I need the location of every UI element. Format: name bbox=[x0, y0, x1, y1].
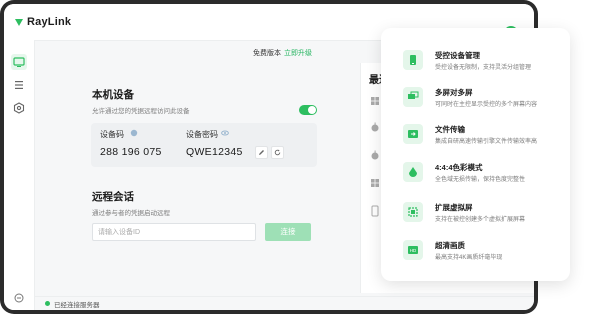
feature-desc: 受控设备无限制，支持灵活分组管理 bbox=[435, 65, 532, 71]
local-device-subtitle: 允许通过您的凭据远程访问此设备 bbox=[92, 108, 190, 115]
status-bar: 已经连接服务器 bbox=[35, 296, 534, 310]
virtual-screen-icon bbox=[403, 202, 423, 222]
status-indicator bbox=[45, 301, 50, 306]
raylink-logo-icon bbox=[15, 19, 23, 26]
sidebar-item-settings[interactable] bbox=[11, 100, 27, 116]
remote-access-toggle[interactable] bbox=[299, 105, 317, 115]
color-drop-icon bbox=[403, 162, 423, 182]
copy-icon[interactable] bbox=[130, 129, 138, 137]
status-text: 已经连接服务器 bbox=[54, 302, 100, 309]
tablet-icon[interactable] bbox=[369, 205, 381, 217]
feature-item: 受控设备管理 受控设备无限制，支持灵活分组管理 bbox=[403, 50, 563, 78]
apple-icon[interactable] bbox=[369, 121, 381, 133]
hd-icon: HD bbox=[403, 240, 423, 260]
apple-icon[interactable] bbox=[369, 149, 381, 161]
app-logo: RayLink bbox=[14, 15, 71, 29]
tablet-icon bbox=[403, 50, 423, 70]
local-device-title: 本机设备 bbox=[92, 89, 134, 101]
feature-desc: 支持在被控创建多个虚拟扩展屏幕 bbox=[435, 217, 526, 223]
feature-desc: 可同时在主控显示受控的多个屏幕内容 bbox=[435, 102, 538, 108]
sidebar-item-devices[interactable] bbox=[11, 54, 27, 70]
multi-screen-icon bbox=[403, 87, 423, 107]
feature-desc: 全色域无损传输，保持色度完整性 bbox=[435, 177, 526, 183]
remote-session-subtitle: 通过参与者的凭据启动远程 bbox=[92, 210, 170, 217]
device-code-value: 288 196 075 bbox=[100, 146, 162, 158]
feature-desc: 集成自研高速传输引擎文件传输效率高 bbox=[435, 139, 538, 145]
windows-icon[interactable] bbox=[369, 177, 381, 189]
sidebar-item-list[interactable] bbox=[11, 77, 27, 93]
feature-title: 受控设备管理 bbox=[435, 51, 480, 60]
feature-item: 4:4:4色彩模式 全色域无损传输，保持色度完整性 bbox=[403, 162, 563, 190]
feature-card: 受控设备管理 受控设备无限制，支持灵活分组管理 多屏对多屏 可同时在主控显示受控… bbox=[381, 28, 570, 281]
device-id-input[interactable]: 请输入设备ID bbox=[92, 223, 256, 241]
feature-title: 多屏对多屏 bbox=[435, 88, 473, 97]
main-panel: 本机设备 允许通过您的凭据远程访问此设备 设备码 288 196 075 设备密… bbox=[35, 63, 355, 293]
feature-item: 文件传输 集成自研高速传输引擎文件传输效率高 bbox=[403, 124, 563, 152]
windows-icon[interactable] bbox=[369, 95, 381, 107]
file-transfer-icon bbox=[403, 124, 423, 144]
list-icon bbox=[15, 81, 23, 89]
feature-title: 文件传输 bbox=[435, 125, 465, 134]
settings-icon bbox=[13, 102, 25, 114]
feature-title: 4:4:4色彩模式 bbox=[435, 163, 483, 172]
remote-session-title: 远程会话 bbox=[92, 191, 134, 203]
monitor-icon bbox=[13, 57, 25, 67]
sidebar bbox=[4, 40, 35, 310]
connect-button[interactable]: 连接 bbox=[265, 223, 311, 241]
device-password-value: QWE12345 bbox=[186, 146, 243, 158]
pencil-icon bbox=[259, 150, 264, 155]
feature-item: 多屏对多屏 可同时在主控显示受控的多个屏幕内容 bbox=[403, 87, 563, 115]
refresh-password-button[interactable] bbox=[271, 146, 284, 159]
device-code-label: 设备码 bbox=[100, 130, 124, 139]
feature-item: 扩展虚拟屏 支持在被控创建多个虚拟扩展屏幕 bbox=[403, 202, 563, 230]
svg-text:HD: HD bbox=[410, 248, 417, 253]
edition-label: 免费版本 bbox=[253, 50, 281, 57]
upgrade-link[interactable]: 立即升级 bbox=[284, 48, 312, 58]
refresh-icon bbox=[274, 149, 281, 156]
eye-icon[interactable] bbox=[221, 129, 229, 137]
edit-password-button[interactable] bbox=[255, 146, 268, 159]
feature-title: 超清画质 bbox=[435, 241, 465, 250]
device-password-label: 设备密码 bbox=[186, 130, 218, 139]
device-credentials-card: 设备码 288 196 075 设备密码 QWE12345 bbox=[91, 123, 317, 167]
brand-name: RayLink bbox=[27, 16, 72, 28]
feature-title: 扩展虚拟屏 bbox=[435, 203, 473, 212]
feature-desc: 最高支持4K画质纤毫毕现 bbox=[435, 255, 503, 261]
feature-item: HD 超清画质 最高支持4K画质纤毫毕现 bbox=[403, 240, 563, 268]
help-icon[interactable] bbox=[14, 293, 24, 303]
